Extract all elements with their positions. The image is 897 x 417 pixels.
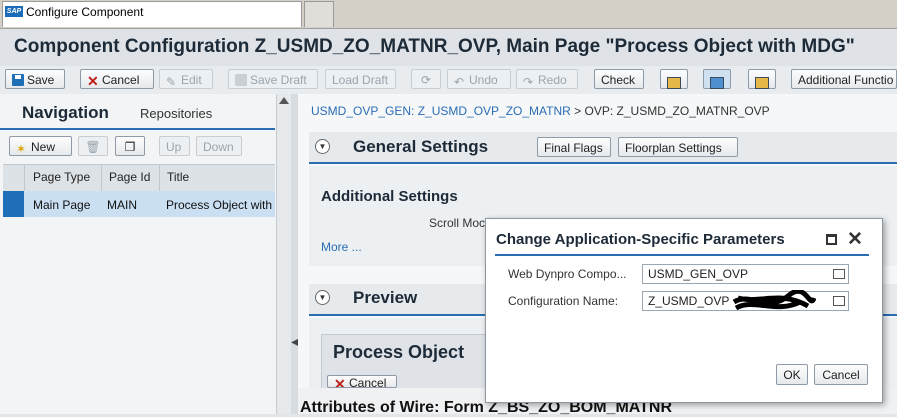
- preview-cancel-button[interactable]: ✕ Cancel: [327, 375, 397, 388]
- process-object-title: Process Object: [333, 342, 465, 362]
- new-button[interactable]: ✶ New: [9, 136, 72, 156]
- close-icon[interactable]: ✕: [847, 228, 863, 251]
- layout-1-button[interactable]: [660, 69, 688, 89]
- final-flags-button[interactable]: Final Flags: [537, 137, 611, 157]
- tab-underline: [0, 128, 275, 130]
- column-header[interactable]: Page Id: [109, 170, 150, 184]
- undo-button[interactable]: ↶ Undo: [447, 69, 511, 89]
- dialog-title-underline: [495, 254, 869, 256]
- copy-icon: ❐: [124, 140, 136, 154]
- table-cell: Main Page: [33, 198, 91, 212]
- more-link[interactable]: More ...: [321, 240, 362, 254]
- column-divider: [159, 164, 160, 192]
- value-help-icon[interactable]: [833, 296, 845, 306]
- dialog-title: Change Application-Specific Parameters: [496, 231, 785, 248]
- table-cell: MAIN: [107, 198, 137, 212]
- scroll-mode-label: Scroll Moc: [429, 216, 486, 230]
- column-header[interactable]: Page Type: [33, 170, 90, 184]
- dialog-cancel-button[interactable]: Cancel: [814, 364, 868, 385]
- layout-2-button[interactable]: [703, 69, 731, 89]
- cancel-x-icon: ✕: [87, 73, 99, 89]
- save-draft-button[interactable]: Save Draft: [228, 69, 318, 89]
- layout-icon: [667, 77, 681, 89]
- panel-splitter[interactable]: [291, 94, 298, 414]
- chevron-down-icon: ▼: [318, 142, 327, 151]
- page-title: Component Configuration Z_USMD_ZO_MATNR_…: [14, 36, 855, 57]
- delete-button[interactable]: 🗑: [78, 136, 108, 156]
- layout-icon: [710, 77, 724, 89]
- web-dynpro-component-field[interactable]: USMD_GEN_OVP: [642, 264, 849, 284]
- redo-button[interactable]: ↷ Redo: [516, 69, 578, 89]
- row-selector[interactable]: [3, 191, 24, 217]
- save-button[interactable]: Save: [5, 69, 65, 89]
- additional-functions-button[interactable]: Additional Functio: [791, 69, 897, 89]
- tab-repositories[interactable]: Repositories: [140, 106, 212, 121]
- tab-navigation[interactable]: Navigation: [22, 103, 109, 123]
- value-help-icon[interactable]: [833, 269, 845, 279]
- breadcrumb-link[interactable]: USMD_OVP_GEN: Z_USMD_OVP_ZO_MATNR: [311, 104, 571, 118]
- column-divider: [24, 164, 25, 192]
- browser-tab-title: Configure Component: [26, 5, 144, 19]
- scroll-up-icon[interactable]: [279, 97, 289, 104]
- redaction-scribble: [732, 290, 816, 311]
- redo-icon: ↷: [523, 75, 534, 89]
- new-star-icon: ✶: [16, 142, 27, 156]
- refresh-icon: ⟳: [420, 73, 432, 87]
- copy-button[interactable]: ❐: [115, 136, 145, 156]
- floorplan-settings-button[interactable]: Floorplan Settings: [618, 137, 738, 157]
- table-cell: Process Object with: [166, 198, 273, 212]
- collapse-preview-button[interactable]: ▼: [315, 290, 330, 305]
- edit-button[interactable]: ✎ Edit: [159, 69, 213, 89]
- pencil-icon: ✎: [166, 75, 177, 89]
- breadcrumb-current: OVP: Z_USMD_ZO_MATNR_OVP: [584, 104, 770, 118]
- load-draft-button[interactable]: Load Draft: [325, 69, 396, 89]
- configuration-name-label: Configuration Name:: [508, 294, 619, 308]
- scrollbar[interactable]: [276, 94, 292, 414]
- layout-icon: [755, 77, 769, 89]
- new-tab-button[interactable]: [304, 1, 334, 27]
- column-header[interactable]: Title: [167, 170, 189, 184]
- column-divider: [101, 164, 102, 192]
- undo-icon: ↶: [454, 75, 465, 89]
- general-settings-title: General Settings: [353, 137, 489, 156]
- ok-button[interactable]: OK: [776, 364, 808, 385]
- chevron-down-icon: ▼: [318, 293, 327, 302]
- check-button[interactable]: Check: [594, 69, 644, 89]
- trash-icon: 🗑: [85, 140, 101, 154]
- breadcrumb: USMD_OVP_GEN: Z_USMD_OVP_ZO_MATNR > OVP:…: [311, 104, 770, 118]
- additional-settings-title: Additional Settings: [321, 188, 458, 205]
- preview-title: Preview: [353, 288, 418, 307]
- collapse-general-settings-button[interactable]: ▼: [315, 139, 330, 154]
- down-button[interactable]: Down: [196, 136, 242, 156]
- cancel-button[interactable]: ✕ Cancel: [80, 69, 154, 89]
- cancel-x-icon: ✕: [334, 376, 346, 388]
- save-icon: [12, 74, 24, 86]
- breadcrumb-separator: >: [574, 104, 582, 118]
- maximize-icon[interactable]: [826, 234, 837, 245]
- refresh-button[interactable]: ⟳: [411, 69, 441, 89]
- save-draft-icon: [235, 74, 247, 86]
- sap-logo-icon: SAP: [5, 6, 23, 17]
- web-dynpro-component-label: Web Dynpro Compo...: [508, 267, 627, 281]
- up-button[interactable]: Up: [159, 136, 190, 156]
- layout-3-button[interactable]: [748, 69, 776, 89]
